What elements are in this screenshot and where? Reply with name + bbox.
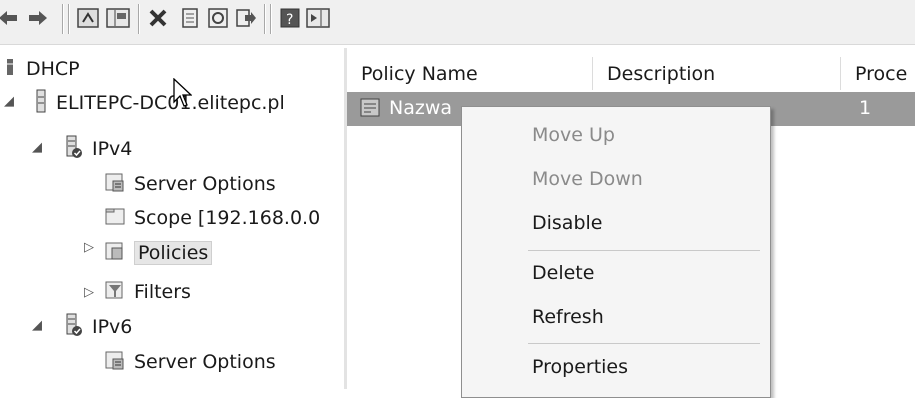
delete-icon[interactable] bbox=[144, 4, 172, 32]
column-header-label: Policy Name bbox=[361, 62, 478, 85]
tree-item-label: Policies bbox=[134, 241, 213, 265]
forward-icon[interactable] bbox=[24, 4, 52, 32]
collapse-arrow-icon[interactable]: ◢ bbox=[32, 140, 42, 155]
expand-arrow-icon[interactable]: ▷ bbox=[84, 240, 94, 255]
menu-item-properties[interactable]: Properties bbox=[532, 352, 628, 382]
server-icon bbox=[34, 89, 48, 118]
server-options-icon bbox=[104, 171, 126, 198]
tree-item-label: IPv6 bbox=[92, 316, 133, 338]
filters-icon bbox=[104, 279, 126, 306]
refresh-icon[interactable] bbox=[204, 4, 232, 32]
scope-folder-icon bbox=[104, 205, 126, 232]
action-pane-icon[interactable] bbox=[304, 4, 332, 32]
column-header-label: Description bbox=[607, 62, 716, 85]
tree-item-label: IPv4 bbox=[92, 138, 133, 160]
processing-order-cell: 1 bbox=[859, 97, 872, 119]
toolbar-separator bbox=[62, 4, 63, 34]
tree-item-ipv4[interactable]: IPv4 bbox=[64, 134, 132, 164]
menu-item-disable[interactable]: Disable bbox=[532, 208, 602, 238]
tree-item-server[interactable]: ELITEPC-DC01.elitepc.pl bbox=[34, 88, 285, 118]
mouse-cursor-icon bbox=[173, 78, 192, 107]
dhcp-icon bbox=[4, 57, 18, 82]
column-header-label: Proce bbox=[855, 62, 908, 85]
tree-item-server-options[interactable]: Server Options bbox=[104, 169, 276, 199]
svg-text:?: ? bbox=[286, 12, 293, 28]
toolbar-separator bbox=[270, 4, 271, 34]
show-hide-tree-icon[interactable] bbox=[104, 4, 132, 32]
menu-item-move-up[interactable]: Move Up bbox=[532, 120, 615, 150]
tree-item-label: Server Options bbox=[134, 351, 276, 373]
policy-name-cell: Nazwa bbox=[389, 97, 453, 119]
tree-item-policies[interactable]: Policies bbox=[104, 238, 213, 268]
collapse-arrow-icon[interactable]: ◢ bbox=[32, 318, 42, 333]
policy-icon bbox=[359, 97, 383, 124]
tree-item-label: ELITEPC-DC01.elitepc.pl bbox=[56, 92, 285, 114]
properties-icon[interactable] bbox=[176, 4, 204, 32]
toolbar: ? bbox=[0, 0, 915, 45]
export-list-icon[interactable] bbox=[232, 4, 260, 32]
toolbar-separator bbox=[68, 4, 69, 34]
back-icon[interactable] bbox=[0, 4, 22, 32]
tree-item-label: Scope [192.168.0.0 bbox=[134, 207, 321, 229]
tree-item-ipv6[interactable]: IPv6 bbox=[64, 312, 132, 342]
toolbar-separator bbox=[138, 4, 139, 34]
column-header-processing-order[interactable]: Proce bbox=[841, 57, 915, 90]
tree-item-dhcp[interactable]: DHCP bbox=[4, 54, 80, 84]
menu-item-move-down[interactable]: Move Down bbox=[532, 164, 643, 194]
console-tree: DHCP ◢ ELITEPC-DC01.elitepc.pl ◢ IPv4 Se… bbox=[0, 48, 344, 389]
tree-item-filters[interactable]: Filters bbox=[104, 277, 191, 307]
policies-icon bbox=[104, 240, 126, 267]
expand-arrow-icon[interactable]: ▷ bbox=[84, 285, 94, 300]
collapse-arrow-icon[interactable]: ◢ bbox=[4, 94, 14, 109]
context-menu: Move Up Move Down Disable Delete Refresh… bbox=[461, 106, 771, 398]
up-icon[interactable] bbox=[74, 4, 102, 32]
tree-item-label: Filters bbox=[134, 281, 191, 303]
column-header-description[interactable]: Description bbox=[593, 57, 841, 90]
menu-item-delete[interactable]: Delete bbox=[532, 258, 594, 288]
help-icon[interactable]: ? bbox=[276, 4, 304, 32]
menu-separator bbox=[528, 250, 760, 251]
tree-item-label: Server Options bbox=[134, 173, 276, 195]
ipv4-icon bbox=[64, 135, 84, 164]
column-header-policy-name[interactable]: Policy Name bbox=[347, 57, 593, 90]
server-options-icon bbox=[104, 349, 126, 376]
menu-separator bbox=[528, 343, 760, 344]
tree-item-label: DHCP bbox=[26, 58, 80, 80]
tree-item-server-options-v6[interactable]: Server Options bbox=[104, 347, 276, 377]
ipv6-icon bbox=[64, 313, 84, 342]
menu-item-refresh[interactable]: Refresh bbox=[532, 302, 604, 332]
tree-item-scope[interactable]: Scope [192.168.0.0 bbox=[104, 203, 320, 233]
toolbar-separator bbox=[264, 4, 265, 34]
